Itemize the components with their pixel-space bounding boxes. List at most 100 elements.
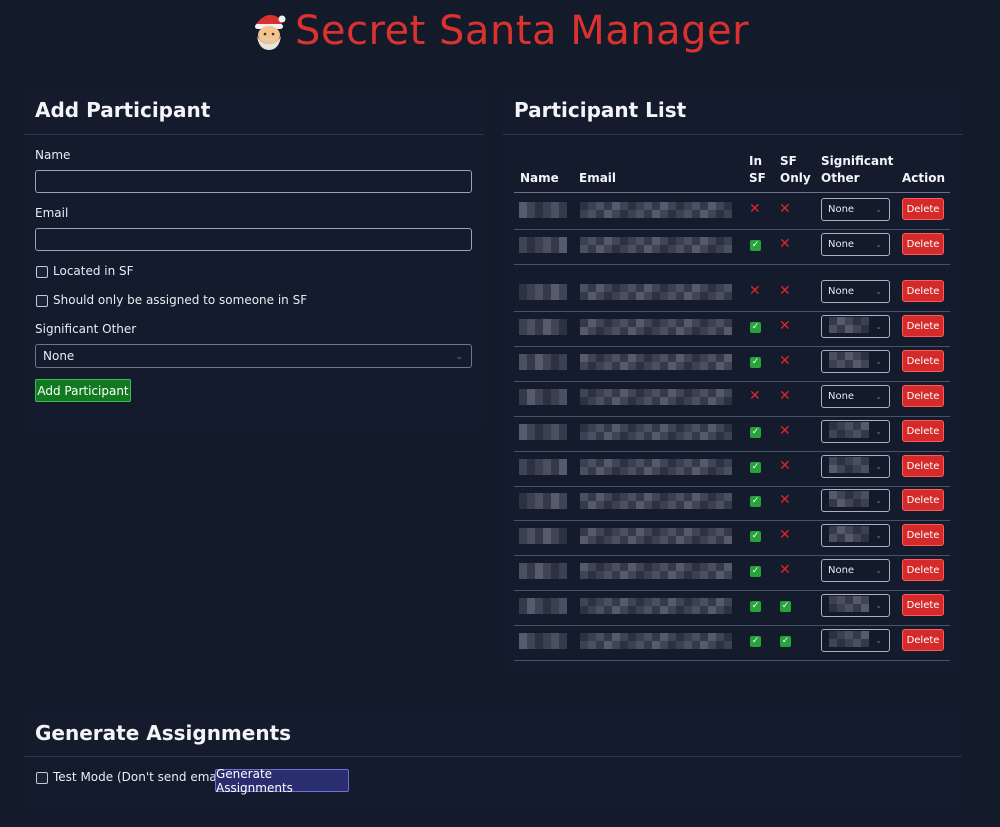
redacted-text	[519, 598, 567, 614]
column-header-name: Name	[520, 171, 559, 185]
delete-button[interactable]: Delete	[902, 524, 944, 546]
redacted-text	[829, 631, 869, 647]
delete-button[interactable]: Delete	[902, 350, 944, 372]
redacted-text	[519, 424, 567, 440]
row-divider	[514, 486, 950, 487]
significant-other-select[interactable]: None ⌄	[821, 559, 890, 582]
delete-button[interactable]: Delete	[902, 629, 944, 651]
redacted-text	[829, 352, 869, 368]
delete-button[interactable]: Delete	[902, 385, 944, 407]
green-check-icon: ✓	[750, 240, 761, 251]
delete-button[interactable]: Delete	[902, 420, 944, 442]
generate-heading: Generate Assignments	[35, 721, 292, 745]
row-divider	[514, 381, 950, 382]
green-check-icon: ✓	[780, 636, 791, 647]
delete-button[interactable]: Delete	[902, 315, 944, 337]
green-check-icon: ✓	[750, 636, 761, 647]
redacted-text	[580, 389, 732, 405]
green-check-icon: ✓	[780, 601, 791, 612]
redacted-text	[829, 491, 869, 507]
significant-other-label: Significant Other	[35, 322, 137, 336]
row-divider	[514, 346, 950, 347]
significant-other-select[interactable]: None ⌄	[821, 385, 890, 408]
generate-assignments-button[interactable]: Generate Assignments	[215, 767, 349, 795]
redacted-text	[829, 422, 869, 438]
red-x-icon: ✕	[779, 353, 791, 369]
delete-button[interactable]: Delete	[902, 280, 944, 302]
significant-other-select[interactable]: None ⌄	[35, 344, 472, 368]
redacted-text	[519, 319, 567, 335]
delete-button[interactable]: Delete	[902, 594, 944, 616]
name-input[interactable]	[35, 170, 472, 193]
participant-list-panel	[503, 88, 963, 668]
significant-other-select[interactable]: None ⌄	[821, 280, 890, 303]
red-x-icon: ✕	[779, 236, 791, 252]
redacted-text	[519, 389, 567, 405]
redacted-text	[519, 237, 567, 253]
chevron-down-icon: ⌄	[875, 601, 882, 610]
red-x-icon: ✕	[779, 388, 791, 404]
row-divider	[514, 416, 950, 417]
redacted-text	[829, 526, 869, 542]
add-participant-heading: Add Participant	[35, 98, 211, 122]
test-mode-checkbox[interactable]	[36, 772, 48, 784]
located-sf-checkbox[interactable]	[36, 266, 48, 278]
green-check-icon: ✓	[750, 566, 761, 577]
row-divider	[514, 555, 950, 556]
divider	[503, 134, 963, 135]
chevron-down-icon: ⌄	[875, 240, 882, 249]
row-divider	[514, 590, 950, 591]
divider	[24, 756, 962, 757]
delete-button[interactable]: Delete	[902, 233, 944, 255]
chevron-down-icon: ⌄	[875, 392, 882, 401]
significant-other-value: None	[43, 349, 75, 363]
chevron-down-icon: ⌄	[875, 205, 882, 214]
delete-button[interactable]: Delete	[902, 559, 944, 581]
column-header-in-sf: In SF	[749, 154, 766, 185]
column-header-action: Action	[902, 171, 946, 185]
redacted-text	[519, 563, 567, 579]
redacted-text	[580, 424, 732, 440]
green-check-icon: ✓	[750, 601, 761, 612]
chevron-down-icon: ⌄	[875, 566, 882, 575]
email-input[interactable]	[35, 228, 472, 251]
redacted-text	[519, 284, 567, 300]
sf-only-checkbox[interactable]	[36, 295, 48, 307]
chevron-down-icon: ⌄	[455, 352, 463, 362]
redacted-text	[519, 493, 567, 509]
email-label: Email	[35, 206, 69, 220]
redacted-text	[519, 528, 567, 544]
red-x-icon: ✕	[779, 458, 791, 474]
redacted-text	[580, 202, 732, 218]
chevron-down-icon: ⌄	[875, 357, 882, 366]
santa-icon	[251, 10, 287, 60]
located-sf-label: Located in SF	[53, 264, 134, 278]
significant-other-value: None	[828, 391, 855, 402]
redacted-text	[519, 459, 567, 475]
green-check-icon: ✓	[750, 462, 761, 473]
red-x-icon: ✕	[779, 492, 791, 508]
add-participant-button[interactable]: Add Participant	[35, 379, 131, 402]
red-x-icon: ✕	[749, 283, 761, 299]
app-title-text: Secret Santa Manager	[294, 8, 750, 54]
significant-other-select[interactable]: None ⌄	[821, 198, 890, 221]
delete-button[interactable]: Delete	[902, 198, 944, 220]
red-x-icon: ✕	[779, 318, 791, 334]
chevron-down-icon: ⌄	[875, 636, 882, 645]
green-check-icon: ✓	[750, 357, 761, 368]
delete-button[interactable]: Delete	[902, 455, 944, 477]
sf-only-label: Should only be assigned to someone in SF	[53, 293, 308, 307]
chevron-down-icon: ⌄	[875, 287, 882, 296]
redacted-text	[829, 317, 869, 333]
significant-other-select[interactable]: None ⌄	[821, 233, 890, 256]
red-x-icon: ✕	[779, 562, 791, 578]
delete-button[interactable]: Delete	[902, 489, 944, 511]
add-participant-panel	[24, 88, 484, 428]
row-divider	[514, 264, 950, 265]
header-divider	[514, 192, 950, 193]
green-check-icon: ✓	[750, 496, 761, 507]
redacted-text	[580, 598, 732, 614]
green-check-icon: ✓	[750, 531, 761, 542]
chevron-down-icon: ⌄	[875, 322, 882, 331]
red-x-icon: ✕	[779, 201, 791, 217]
